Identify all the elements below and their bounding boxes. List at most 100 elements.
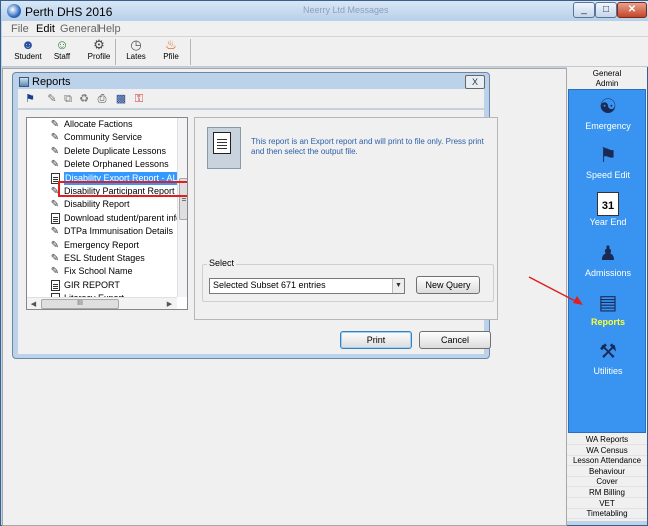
utilities-button[interactable]: ⚒ Utilities: [569, 339, 647, 385]
reports-books-icon: ▤: [598, 292, 618, 314]
report-list-item[interactable]: ✎ Disability Report: [27, 198, 187, 211]
year-end-button[interactable]: 31 Year End: [569, 192, 647, 238]
dialog-body: ✎ Allocate Factions ✎ Community Service ✎ Del…: [18, 110, 498, 354]
chevron-down-icon[interactable]: ▼: [392, 279, 404, 293]
report-list-item[interactable]: ✎ Delete Orphaned Lessons: [27, 158, 187, 171]
report-list-item-label: Allocate Factions: [64, 119, 133, 129]
side-bottom-item[interactable]: VET: [567, 499, 647, 509]
speed-edit-flag-icon: ⚑: [599, 145, 617, 167]
cancel-button[interactable]: Cancel: [419, 331, 491, 349]
report-list-item[interactable]: ✎ Delete Duplicate Lessons: [27, 145, 187, 158]
menu-general[interactable]: General: [60, 23, 99, 35]
side-bottom-item[interactable]: Timetabling: [567, 509, 647, 520]
report-list[interactable]: ✎ Allocate Factions ✎ Community Service ✎ Del…: [26, 117, 188, 310]
report-list-item[interactable]: ✎ Allocate Factions: [27, 118, 187, 131]
subset-select[interactable]: Selected Subset 671 entries ▼: [209, 278, 405, 294]
report-list-item-label: Community Service: [64, 132, 143, 143]
pfile-label: Pfile: [163, 52, 179, 61]
report-list-item[interactable]: Download student/parent inform: [27, 212, 188, 225]
report-detail-panel: This report is an Export report and will…: [194, 117, 498, 320]
student-label: Student: [14, 52, 42, 61]
admin-tools-panel: ☯ Emergency ⚑ Speed Edit 31 Year End ♟ A…: [568, 89, 646, 433]
side-bottom-item[interactable]: WA Reports: [567, 435, 647, 445]
side-bottom-item[interactable]: Cover: [567, 477, 647, 488]
emergency-label: Emergency: [585, 121, 631, 131]
select-label: Select: [207, 258, 237, 268]
vertical-scrollbar[interactable]: [177, 118, 187, 297]
utilities-tools-icon: ⚒: [599, 341, 617, 363]
report-list-item-label: Download student/parent inform: [64, 212, 188, 223]
new-query-button[interactable]: New Query: [416, 276, 480, 294]
flag-icon[interactable]: ⚑: [22, 91, 38, 107]
side-bottom-item[interactable]: RM Billing: [567, 488, 647, 498]
utilities-label: Utilities: [593, 366, 623, 376]
report-item-icon: ✎: [50, 226, 60, 238]
report-item-icon: ✎: [50, 119, 60, 130]
side-bottom-item[interactable]: Behaviour: [567, 467, 647, 477]
side-bottom-item[interactable]: WA Census: [567, 446, 647, 456]
close-button[interactable]: ✕: [617, 2, 647, 18]
lates-button[interactable]: ◷ Lates: [120, 38, 152, 66]
main-window: Perth DHS 2016 Neerry Ltd Messages _ □ ✕…: [0, 0, 648, 526]
main-toolbar: ☻ Student ☺ Staff ⚙ Profile ◷ Lates ♨ Pf…: [2, 37, 648, 67]
report-list-item[interactable]: GIR REPORT: [27, 279, 187, 292]
speed-edit-button[interactable]: ⚑ Speed Edit: [569, 143, 647, 189]
side-bottom-item[interactable]: Lesson Attendance: [567, 456, 647, 467]
reports-dialog-icon: [19, 77, 29, 87]
report-list-item[interactable]: ✎ DTPa Immunisation Details: [27, 225, 187, 238]
horizontal-scroll-thumb[interactable]: III: [41, 299, 119, 309]
select-group: Select Selected Subset 671 entries ▼ New…: [202, 258, 494, 302]
print-button[interactable]: Print: [340, 331, 412, 349]
lates-clock-icon: ◷: [130, 37, 142, 52]
key-icon[interactable]: ⚿: [131, 91, 147, 107]
minimize-button[interactable]: _: [573, 2, 595, 18]
side-tab-admin[interactable]: Admin: [567, 78, 647, 89]
profile-button[interactable]: ⚙ Profile: [83, 38, 115, 66]
dialog-close-button[interactable]: X: [465, 75, 485, 89]
scroll-right-arrow-icon[interactable]: ▶: [164, 299, 175, 309]
menu-help[interactable]: Help: [98, 23, 121, 35]
menu-bar: File Edit General Help: [2, 21, 648, 37]
report-item-icon: ✎: [50, 145, 60, 157]
calendar-icon: 31: [597, 192, 619, 216]
staff-label: Staff: [53, 52, 71, 61]
edit-pencil-icon[interactable]: ✎: [44, 91, 60, 107]
report-list-item[interactable]: ✎ ESL Student Stages: [27, 252, 187, 265]
title-bar: Perth DHS 2016 Neerry Ltd Messages _ □ ✕: [1, 1, 648, 21]
admissions-icon: ♟: [599, 243, 617, 265]
report-list-item-label: GIR REPORT: [64, 279, 120, 290]
menu-edit[interactable]: Edit: [36, 23, 55, 35]
scroll-left-arrow-icon[interactable]: ◀: [28, 299, 39, 309]
printer-icon[interactable]: ⎙: [94, 91, 110, 107]
report-list-item-label: Delete Orphaned Lessons: [64, 159, 169, 170]
report-list-item[interactable]: ✎ Fix School Name: [27, 265, 187, 278]
annotation-arrow: [528, 276, 583, 305]
year-end-label: Year End: [589, 217, 627, 227]
report-page-icon: [51, 212, 60, 224]
maximize-button[interactable]: □: [595, 2, 617, 18]
report-list-item[interactable]: ✎ Emergency Report: [27, 239, 187, 252]
emergency-button[interactable]: ☯ Emergency: [569, 94, 647, 140]
app-title: Perth DHS 2016: [25, 5, 113, 19]
export-icon[interactable]: ▩: [113, 91, 129, 107]
reports-dialog-title: Reports: [32, 76, 71, 88]
report-item-icon: ✎: [50, 253, 60, 264]
student-button[interactable]: ☻ Student: [12, 38, 44, 66]
report-list-item-label: Delete Duplicate Lessons: [64, 145, 167, 156]
report-page-icon: [51, 279, 60, 291]
horizontal-scrollbar[interactable]: ◀ III ▶: [27, 297, 177, 309]
copy-icon[interactable]: ⧉: [60, 91, 76, 107]
app-globe-icon: [7, 4, 21, 18]
annotation-highlight-box: [58, 181, 187, 197]
report-item-icon: ✎: [50, 239, 60, 251]
lates-label: Lates: [126, 52, 146, 61]
subset-select-value: Selected Subset 671 entries: [213, 280, 326, 290]
report-item-icon: ✎: [50, 159, 60, 171]
toolbar-separator: [190, 39, 191, 65]
delete-icon[interactable]: ♻: [76, 91, 92, 107]
menu-file[interactable]: File: [11, 23, 29, 35]
pfile-button[interactable]: ♨ Pfile: [155, 38, 187, 66]
report-list-item[interactable]: ✎ Community Service: [27, 131, 187, 144]
staff-button[interactable]: ☺ Staff: [46, 38, 78, 66]
report-list-item-label: Disability Report: [64, 199, 130, 210]
